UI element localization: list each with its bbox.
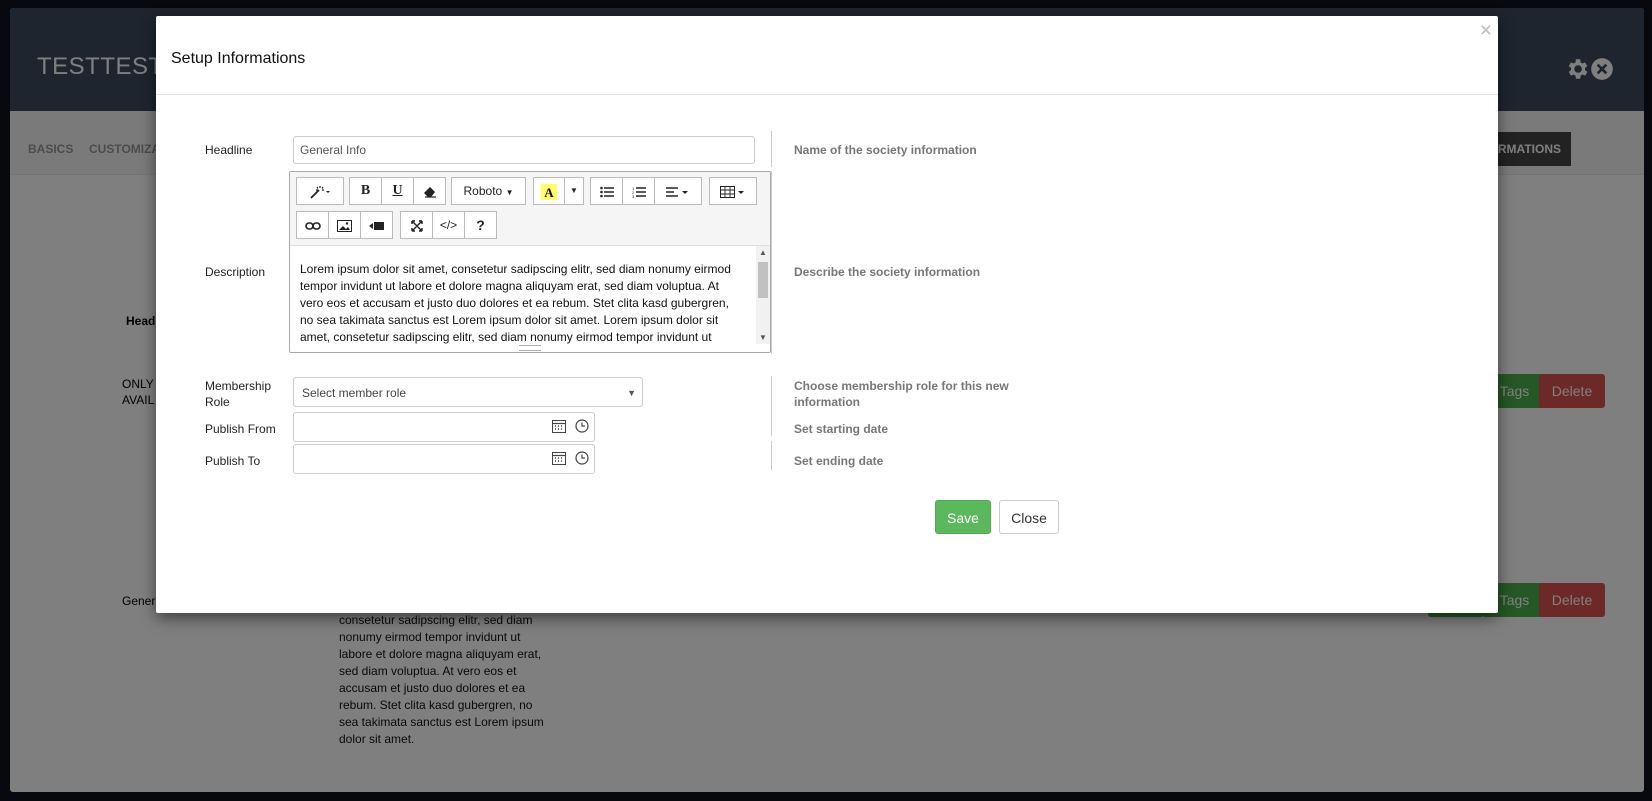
membership-role-select[interactable]: Select member role ▼ bbox=[293, 377, 643, 407]
divider bbox=[771, 376, 772, 410]
close-button[interactable]: Close bbox=[999, 500, 1059, 534]
font-family-label: Roboto bbox=[463, 184, 503, 198]
setup-informations-modal: Setup Informations × Headline Name of th… bbox=[156, 16, 1498, 613]
unordered-list-icon[interactable] bbox=[590, 177, 623, 205]
scroll-up-icon[interactable]: ▲ bbox=[759, 248, 767, 257]
link-icon[interactable] bbox=[296, 211, 329, 239]
divider bbox=[771, 441, 772, 470]
svg-text:3: 3 bbox=[632, 194, 635, 198]
clock-icon[interactable] bbox=[575, 451, 589, 465]
highlight-color-icon[interactable]: A bbox=[533, 177, 565, 205]
description-editor-content[interactable]: Lorem ipsum dolor sit amet, consetetur s… bbox=[290, 246, 755, 352]
editor-scrollbar[interactable]: ▲ ▼ bbox=[756, 246, 770, 344]
calendar-icon[interactable] bbox=[552, 419, 566, 433]
scroll-down-icon[interactable]: ▼ bbox=[759, 333, 767, 342]
help-button[interactable]: ? bbox=[464, 211, 497, 239]
font-family-dropdown[interactable]: Roboto ▼ bbox=[451, 177, 526, 205]
align-dropdown-icon[interactable] bbox=[654, 177, 702, 205]
publish-from-addon bbox=[548, 412, 595, 442]
modal-header: Setup Informations × bbox=[156, 16, 1498, 95]
publish-to-label: Publish To bbox=[205, 454, 261, 468]
publish-from-label: Publish From bbox=[205, 422, 276, 436]
svg-text:A: A bbox=[544, 185, 554, 200]
publish-from-help: Set starting date bbox=[794, 422, 889, 436]
video-icon[interactable] bbox=[360, 211, 393, 239]
calendar-icon[interactable] bbox=[552, 451, 566, 465]
publish-to-input[interactable] bbox=[293, 444, 549, 474]
color-dropdown-icon[interactable]: ▼ bbox=[564, 177, 584, 205]
table-icon[interactable] bbox=[709, 177, 757, 205]
description-help: Describe the society information bbox=[794, 265, 981, 279]
caret-down-icon: ▼ bbox=[505, 188, 514, 197]
membership-role-label: Membership Role bbox=[205, 379, 272, 409]
membership-role-help: Choose membership role for this new info… bbox=[794, 379, 1009, 409]
save-button[interactable]: Save bbox=[935, 500, 991, 534]
underline-button[interactable]: U bbox=[381, 177, 414, 205]
magic-wand-icon[interactable] bbox=[296, 177, 344, 205]
editor-resize-handle[interactable] bbox=[519, 345, 541, 351]
caret-down-icon: ▼ bbox=[627, 388, 636, 398]
divider bbox=[771, 131, 772, 167]
publish-to-addon bbox=[548, 444, 595, 474]
eraser-icon[interactable] bbox=[413, 177, 446, 205]
headline-input[interactable] bbox=[293, 136, 755, 164]
bold-button[interactable]: B bbox=[349, 177, 382, 205]
membership-role-placeholder: Select member role bbox=[302, 386, 407, 400]
publish-to-help: Set ending date bbox=[794, 454, 884, 468]
modal-close-icon[interactable]: × bbox=[1480, 19, 1492, 43]
publish-from-input[interactable] bbox=[293, 412, 549, 442]
clock-icon[interactable] bbox=[575, 419, 589, 433]
description-label: Description bbox=[205, 265, 266, 279]
scroll-thumb[interactable] bbox=[758, 262, 768, 298]
modal-title: Setup Informations bbox=[171, 50, 306, 67]
fullscreen-icon[interactable] bbox=[400, 211, 433, 239]
description-editor: B U Roboto ▼ A ▼ 123 </> ? Lorem ipsum d… bbox=[289, 171, 771, 353]
editor-toolbar: B U Roboto ▼ A ▼ 123 </> ? bbox=[290, 172, 770, 246]
image-icon[interactable] bbox=[328, 211, 361, 239]
code-view-button[interactable]: </> bbox=[432, 211, 465, 239]
ordered-list-icon[interactable]: 123 bbox=[622, 177, 655, 205]
headline-label: Headline bbox=[205, 143, 253, 157]
headline-help: Name of the society information bbox=[794, 143, 977, 157]
divider bbox=[771, 409, 772, 436]
divider bbox=[771, 171, 772, 354]
